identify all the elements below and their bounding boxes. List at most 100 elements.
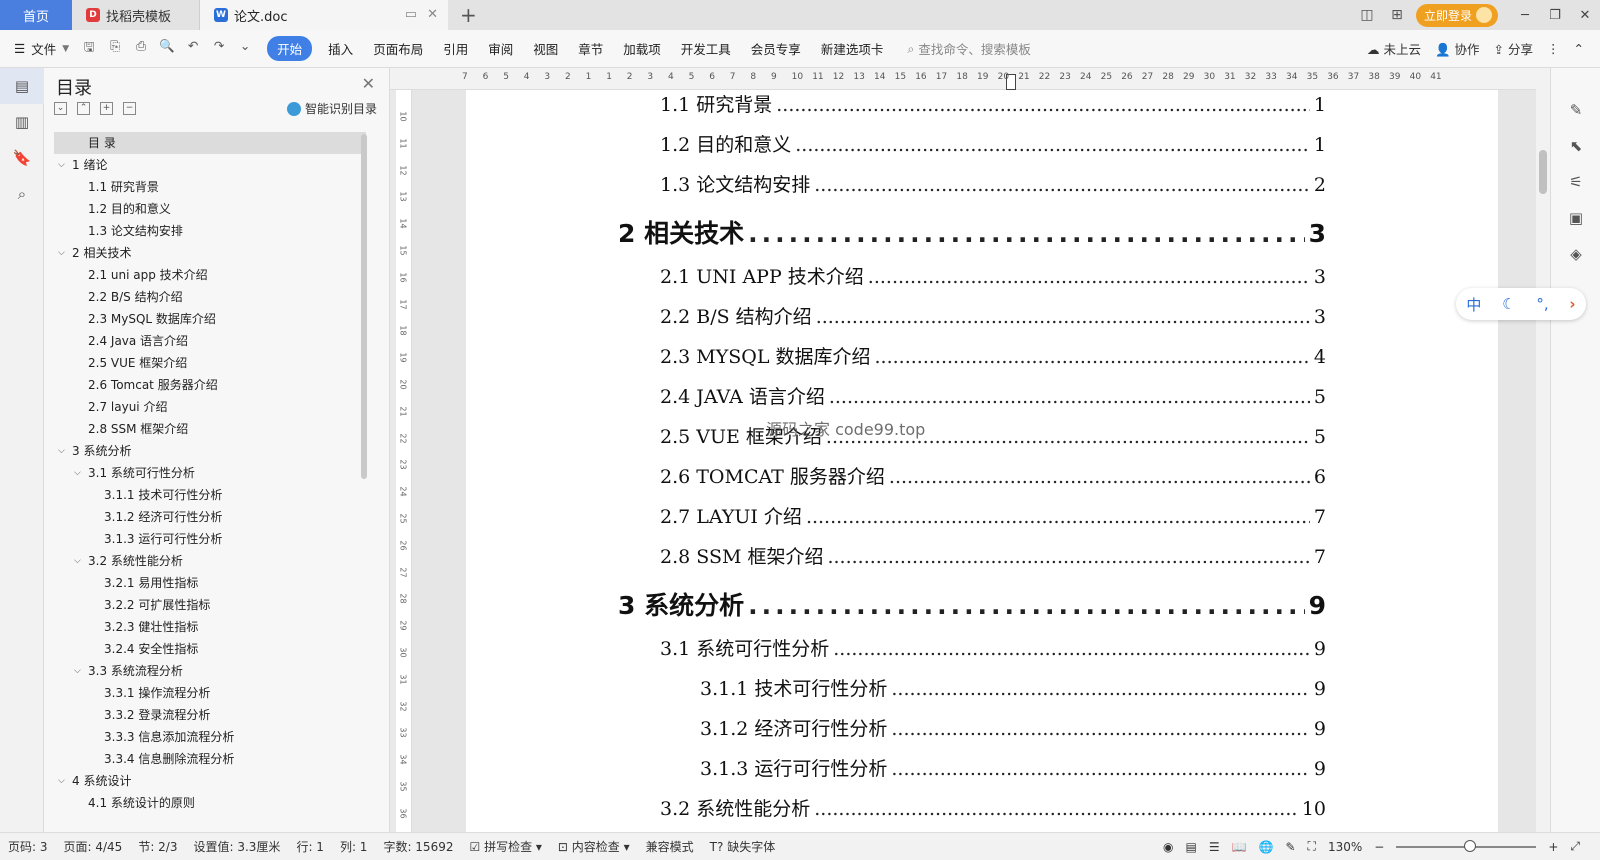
vertical-ruler[interactable]: 10 11 12 13 14 15 16 17 18 19 20 21 22 23 24 25 26 27 28 29… bbox=[396, 90, 412, 832]
tab-home[interactable]: 首页 bbox=[0, 0, 72, 30]
expand-chevron-icon[interactable]: ⌵ bbox=[58, 770, 65, 792]
zoom-slider[interactable] bbox=[1396, 839, 1537, 852]
outline-item[interactable]: 3.3.4 信息删除流程分析 bbox=[54, 748, 366, 770]
page-view-icon[interactable]: ▤ bbox=[1185, 840, 1196, 854]
eye-icon[interactable]: ◉ bbox=[1163, 840, 1173, 854]
outline-item[interactable]: 2.4 Java 语言介绍 bbox=[54, 330, 366, 352]
chevron-right-icon[interactable]: › bbox=[1569, 295, 1575, 313]
toc-entry[interactable]: 2 相关技术..................................… bbox=[618, 214, 1326, 250]
ribbon-tab-5[interactable]: 视图 bbox=[523, 39, 568, 58]
document-scrollbar[interactable] bbox=[1536, 68, 1550, 832]
outline-item[interactable]: 3.2.4 安全性指标 bbox=[54, 638, 366, 660]
toc-entry[interactable]: 2.4 JAVA 语言介绍...........................… bbox=[660, 382, 1326, 409]
collab-button[interactable]: 👤 协作 bbox=[1435, 39, 1480, 58]
chapter-nav-icon[interactable]: ▥ bbox=[0, 104, 44, 140]
toc-entry[interactable]: 3.1.1 技术可行性分析...........................… bbox=[700, 674, 1326, 701]
scroll-thumb[interactable] bbox=[1539, 150, 1547, 194]
outline-item[interactable]: ⌵ 1 绪论 bbox=[54, 154, 366, 176]
expand-chevron-icon[interactable]: ⌵ bbox=[58, 242, 65, 264]
tab-template[interactable]: D 找稻壳模板 bbox=[72, 0, 200, 30]
smart-toc-button[interactable]: 智能识别目录 bbox=[286, 100, 377, 117]
expand-chevron-icon[interactable]: ⌵ bbox=[74, 550, 81, 572]
toc-entry[interactable]: 2.7 LAYUI 介绍............................… bbox=[660, 502, 1326, 529]
outline-item[interactable]: 2.6 Tomcat 服务器介绍 bbox=[54, 374, 366, 396]
outline-item[interactable]: 1.1 研究背景 bbox=[54, 176, 366, 198]
remove-heading-icon[interactable]: − bbox=[123, 102, 136, 115]
ribbon-tab-6[interactable]: 章节 bbox=[568, 39, 613, 58]
toc-entry[interactable]: 1.2 目的和意义...............................… bbox=[660, 130, 1326, 157]
status-setting[interactable]: 设置值: 3.3厘米 bbox=[185, 838, 288, 855]
read-view-icon[interactable]: 📖 bbox=[1232, 840, 1247, 854]
outline-item[interactable]: 1.3 论文结构安排 bbox=[54, 220, 366, 242]
outline-item[interactable]: ⌵ 3.2 系统性能分析 bbox=[54, 550, 366, 572]
outline-item[interactable]: 3.2.1 易用性指标 bbox=[54, 572, 366, 594]
export-pdf-icon[interactable]: ⎘ bbox=[105, 38, 125, 59]
more-chevron-icon[interactable]: ⌄ bbox=[235, 38, 255, 59]
expand-all-icon[interactable]: ⌃ bbox=[77, 102, 90, 115]
more-options-icon[interactable]: ⋮ bbox=[1547, 41, 1560, 56]
apps-grid-icon[interactable]: ⊞ bbox=[1382, 7, 1412, 23]
print-icon[interactable]: ⎙ bbox=[131, 38, 151, 59]
outline-item[interactable]: 3.3.3 信息添加流程分析 bbox=[54, 726, 366, 748]
toc-entry[interactable]: 3.2 系统性能分析..............................… bbox=[660, 794, 1326, 821]
outline-item[interactable]: 3.2.3 健壮性指标 bbox=[54, 616, 366, 638]
outline-item[interactable]: 2.1 uni app 技术介绍 bbox=[54, 264, 366, 286]
moon-icon[interactable]: ☾ bbox=[1502, 295, 1515, 313]
select-pointer-icon[interactable]: ⬉ bbox=[1551, 128, 1600, 164]
toc-entry[interactable]: 2.6 TOMCAT 服务器介绍........................… bbox=[660, 462, 1326, 489]
expand-chevron-icon[interactable]: ⌵ bbox=[74, 660, 81, 682]
toc-entry[interactable]: 3.1.3 运行可行性分析...........................… bbox=[700, 754, 1326, 781]
fullscreen-icon[interactable]: ⤢ bbox=[1570, 839, 1580, 854]
add-heading-icon[interactable]: + bbox=[100, 102, 113, 115]
pen-icon[interactable]: ✎ bbox=[1551, 92, 1600, 128]
fit-page-icon[interactable]: ⛶ bbox=[1308, 839, 1316, 854]
collapse-all-icon[interactable]: ⌄ bbox=[54, 102, 67, 115]
toc-entry[interactable]: 3.1.2 经济可行性分析...........................… bbox=[700, 714, 1326, 741]
toc-entry[interactable]: 3.1 系统可行性分析.............................… bbox=[660, 634, 1326, 661]
ime-lang[interactable]: 中 bbox=[1466, 294, 1481, 315]
ribbon-tab-1[interactable]: 插入 bbox=[318, 39, 363, 58]
zoom-slider-knob[interactable] bbox=[1464, 839, 1477, 852]
file-menu[interactable]: ☰ 文件 ▼ bbox=[0, 39, 79, 58]
missing-font-button[interactable]: T? 缺失字体 bbox=[702, 838, 784, 855]
outline-item[interactable]: 1.2 目的和意义 bbox=[54, 198, 366, 220]
save-icon[interactable]: 🖫 bbox=[79, 38, 99, 59]
ribbon-tab-8[interactable]: 开发工具 bbox=[671, 39, 741, 58]
undo-icon[interactable]: ↶ bbox=[183, 38, 203, 59]
outline-item[interactable]: 3.1.3 运行可行性分析 bbox=[54, 528, 366, 550]
restore-icon[interactable]: ❐ bbox=[1540, 8, 1570, 23]
layout-icon[interactable]: ◫ bbox=[1352, 7, 1382, 23]
toc-entry[interactable]: 3 系统分析..................................… bbox=[618, 586, 1326, 622]
outline-item[interactable]: 2.5 VUE 框架介绍 bbox=[54, 352, 366, 374]
ime-toolbar[interactable]: 中 ☾ °, › bbox=[1456, 288, 1586, 320]
adjust-icon[interactable]: ⚟ bbox=[1551, 164, 1600, 200]
print-preview-icon[interactable]: 🔍 bbox=[157, 38, 177, 59]
outline-item[interactable]: 2.3 MySQL 数据库介绍 bbox=[54, 308, 366, 330]
toc-entry[interactable]: 1.1 研究背景................................… bbox=[660, 90, 1326, 117]
document-page[interactable]: 1.1 研究背景................................… bbox=[466, 90, 1498, 832]
share-button[interactable]: ⇪ 分享 bbox=[1494, 39, 1533, 58]
zoom-in-icon[interactable]: + bbox=[1548, 840, 1558, 854]
ribbon-tab-3[interactable]: 引用 bbox=[433, 39, 478, 58]
outline-item[interactable]: ⌵ 3 系统分析 bbox=[54, 440, 366, 462]
status-col[interactable]: 列: 1 bbox=[332, 838, 376, 855]
expand-chevron-icon[interactable]: ⌵ bbox=[58, 440, 65, 462]
spell-check-button[interactable]: ☑ 拼写检查 ▾ bbox=[461, 838, 549, 855]
ribbon-tab-2[interactable]: 页面布局 bbox=[363, 39, 433, 58]
outline-scrollbar[interactable] bbox=[361, 134, 367, 479]
horizontal-ruler[interactable]: 7 6 5 4 3 2 1 1 2 3 4 5 6 7 8 9 10 11 12 13 14 15 16 17 18 19 20 21… bbox=[390, 68, 1536, 90]
pin-tab-icon[interactable]: ▭ bbox=[405, 7, 417, 22]
collapse-ribbon-icon[interactable]: ⌃ bbox=[1574, 41, 1584, 56]
zoom-level[interactable]: 130% bbox=[1328, 840, 1362, 854]
outline-item[interactable]: ⌵ 3.3 系统流程分析 bbox=[54, 660, 366, 682]
status-words[interactable]: 字数: 15692 bbox=[375, 838, 461, 855]
status-row[interactable]: 行: 1 bbox=[288, 838, 332, 855]
web-view-icon[interactable]: 🌐 bbox=[1259, 840, 1274, 854]
ribbon-tab-9[interactable]: 会员专享 bbox=[741, 39, 811, 58]
outline-item[interactable]: 3.2.2 可扩展性指标 bbox=[54, 594, 366, 616]
close-tab-icon[interactable]: ✕ bbox=[427, 7, 438, 22]
outline-item[interactable]: ⌵ 3.1 系统可行性分析 bbox=[54, 462, 366, 484]
outline-panel-icon[interactable]: ▤ bbox=[0, 68, 44, 104]
ribbon-tab-7[interactable]: 加载项 bbox=[613, 39, 671, 58]
toc-entry[interactable]: 2.2 B/S 结构介绍............................… bbox=[660, 302, 1326, 329]
